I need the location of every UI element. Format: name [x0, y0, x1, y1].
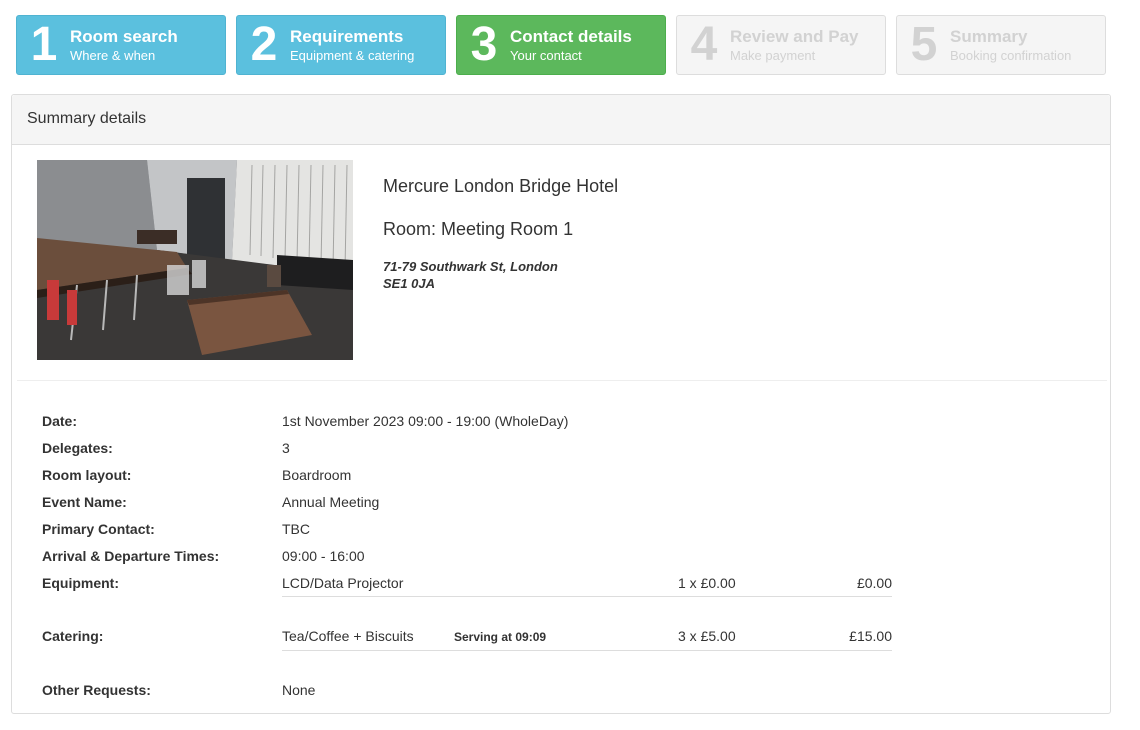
step-contact-details[interactable]: 3 Contact details Your contact	[456, 15, 666, 75]
step-subtitle: Your contact	[510, 47, 582, 63]
date-value: 1st November 2023 09:00 - 19:00 (WholeDa…	[282, 413, 569, 429]
catering-amount: £15.00	[849, 628, 892, 644]
step-subtitle: Equipment & catering	[290, 47, 415, 63]
step-review-and-pay: 4 Review and Pay Make payment	[676, 15, 886, 75]
catering-label: Catering:	[42, 628, 104, 644]
equipment-amount: £0.00	[856, 575, 892, 591]
times-value: 09:00 - 16:00	[282, 548, 365, 564]
equipment-quantity: 1 x £0.00	[678, 575, 736, 591]
contact-label: Primary Contact:	[42, 521, 155, 537]
contact-value: TBC	[282, 521, 310, 537]
step-number: 2	[250, 18, 278, 71]
row-divider	[282, 650, 892, 651]
step-subtitle: Booking confirmation	[950, 47, 1072, 63]
step-title: Review and Pay	[730, 26, 859, 46]
step-title: Contact details	[510, 26, 632, 46]
times-label: Arrival & Departure Times:	[42, 548, 220, 564]
section-divider	[17, 380, 1107, 381]
catering-quantity: 3 x £5.00	[678, 628, 736, 644]
address-line-2: SE1 0JA	[383, 276, 436, 291]
equipment-label: Equipment:	[42, 575, 119, 591]
room-name: Room: Meeting Room 1	[383, 219, 574, 239]
step-room-search[interactable]: 1 Room search Where & when	[16, 15, 226, 75]
step-number: 3	[470, 18, 498, 71]
step-subtitle: Make payment	[730, 47, 816, 63]
step-subtitle: Where & when	[70, 47, 156, 63]
other-requests-label: Other Requests:	[42, 682, 151, 698]
step-title: Summary	[950, 26, 1028, 46]
room-photo	[37, 160, 353, 360]
step-number: 4	[690, 18, 718, 71]
step-number: 5	[910, 18, 938, 71]
venue-info: Mercure London Bridge Hotel Room: Meetin…	[383, 173, 618, 292]
delegates-label: Delegates:	[42, 440, 113, 456]
layout-label: Room layout:	[42, 467, 132, 483]
equipment-item: LCD/Data Projector	[282, 575, 404, 591]
step-number: 1	[30, 18, 58, 71]
step-summary: 5 Summary Booking confirmation	[896, 15, 1106, 75]
step-title: Requirements	[290, 26, 404, 46]
catering-serving-time: Serving at 09:09	[454, 630, 547, 644]
row-divider	[282, 596, 892, 597]
date-label: Date:	[42, 413, 78, 429]
event-value: Annual Meeting	[282, 494, 380, 510]
address-line-1: 71-79 Southwark St, London	[383, 259, 558, 274]
panel-heading: Summary details	[12, 95, 1110, 145]
event-label: Event Name:	[42, 494, 127, 510]
delegates-value: 3	[282, 440, 290, 456]
venue-address: 71-79 Southwark St, London SE1 0JA	[383, 258, 618, 292]
step-requirements[interactable]: 2 Requirements Equipment & catering	[236, 15, 446, 75]
summary-panel: Summary details Mercure London Bridge Ho…	[11, 94, 1111, 714]
hotel-name: Mercure London Bridge Hotel	[383, 176, 619, 196]
step-title: Room search	[70, 26, 178, 46]
other-requests-value: None	[282, 682, 316, 698]
layout-value: Boardroom	[282, 467, 352, 483]
